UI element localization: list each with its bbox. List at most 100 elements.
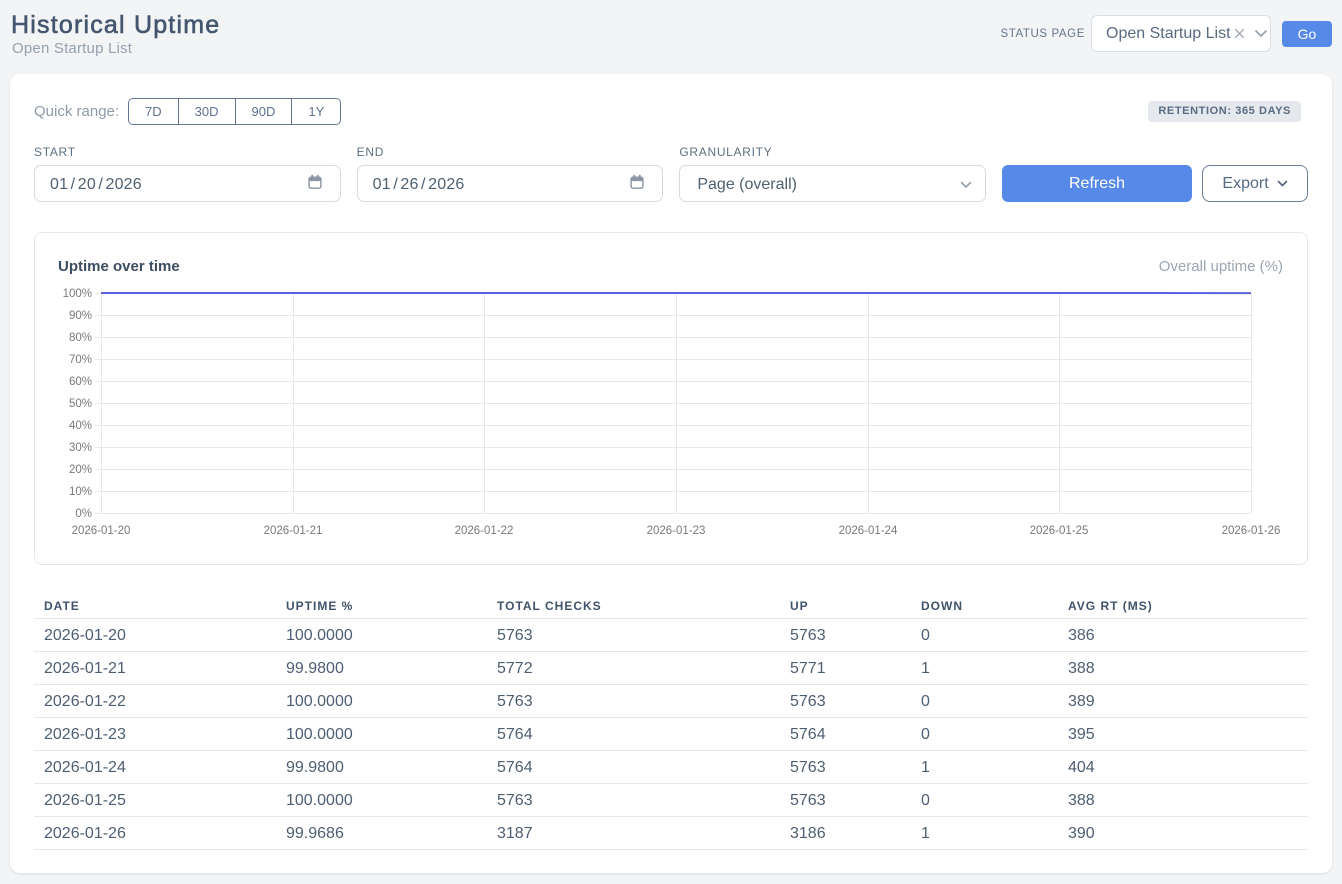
table-row: 2026-01-20100.0000576357630386 — [34, 619, 1308, 652]
table-row: 2026-01-22100.0000576357630389 — [34, 685, 1308, 718]
table-cell: 5764 — [780, 726, 911, 744]
quick-range-1y[interactable]: 1Y — [291, 99, 340, 124]
table-cell: 99.9800 — [276, 660, 487, 678]
x-axis-tick-label: 2026-01-23 — [647, 525, 706, 537]
end-date-input[interactable]: 01 / 26 / 2026 — [357, 165, 664, 202]
table-cell: 99.9800 — [276, 759, 487, 777]
table-cell: 5771 — [780, 660, 911, 678]
table-cell: 390 — [1058, 825, 1308, 843]
table-cell: 100.0000 — [276, 627, 487, 645]
y-axis-tick-label: 20% — [69, 464, 92, 476]
table-cell: 5772 — [487, 660, 780, 678]
calendar-icon[interactable] — [629, 174, 645, 195]
quick-range-group: 7D30D90D1Y — [128, 98, 341, 125]
status-page-select[interactable]: Open Startup List — [1091, 15, 1271, 52]
end-date-label: END — [357, 145, 664, 159]
table-cell: 99.9686 — [276, 825, 487, 843]
table-cell: 2026-01-20 — [34, 627, 276, 645]
main-card: Quick range: 7D30D90D1Y RETENTION: 365 D… — [10, 74, 1332, 873]
table-cell: 386 — [1058, 627, 1308, 645]
table-cell: 395 — [1058, 726, 1308, 744]
table-cell: 0 — [911, 792, 1058, 810]
table-cell: 389 — [1058, 693, 1308, 711]
table-row: 2026-01-2699.9686318731861390 — [34, 817, 1308, 850]
table-cell: 1 — [911, 660, 1058, 678]
go-button[interactable]: Go — [1282, 21, 1332, 47]
quick-range-7d[interactable]: 7D — [129, 99, 178, 124]
clear-selection-icon[interactable] — [1233, 27, 1246, 40]
export-button[interactable]: Export — [1202, 165, 1308, 202]
chevron-down-icon — [1277, 180, 1288, 188]
filter-row: START 01 / 20 / 2026 END 01 / 26 / 2026 … — [34, 145, 1308, 202]
granularity-field: GRANULARITY Page (overall) — [679, 145, 986, 202]
table-cell: 2026-01-24 — [34, 759, 276, 777]
column-header: DATE — [34, 599, 276, 613]
y-axis-tick-label: 0% — [75, 508, 92, 520]
x-axis-tick-label: 2026-01-24 — [839, 525, 898, 537]
table-cell: 100.0000 — [276, 693, 487, 711]
column-header: DOWN — [911, 599, 1058, 613]
table-cell: 100.0000 — [276, 726, 487, 744]
table-cell: 2026-01-23 — [34, 726, 276, 744]
table-cell: 5763 — [487, 693, 780, 711]
quick-range-30d[interactable]: 30D — [178, 99, 235, 124]
table-cell: 100.0000 — [276, 792, 487, 810]
table-header-row: DATEUPTIME %TOTAL CHECKSUPDOWNAVG RT (MS… — [34, 596, 1308, 619]
start-date-field: START 01 / 20 / 2026 — [34, 145, 341, 202]
page-header: Historical Uptime Open Startup List STAT… — [0, 0, 1342, 74]
x-axis-tick-label: 2026-01-25 — [1030, 525, 1089, 537]
start-date-label: START — [34, 145, 341, 159]
column-header: TOTAL CHECKS — [487, 599, 780, 613]
x-axis-tick-label: 2026-01-22 — [455, 525, 514, 537]
y-axis-tick-label: 60% — [69, 376, 92, 388]
y-axis-tick-label: 100% — [63, 288, 92, 300]
table-cell: 1 — [911, 759, 1058, 777]
quick-range-label: Quick range: — [34, 103, 119, 120]
table-row: 2026-01-2499.9800576457631404 — [34, 751, 1308, 784]
export-button-label: Export — [1222, 175, 1268, 193]
uptime-chart-card: Uptime over time Overall uptime (%) 0%10… — [34, 232, 1308, 565]
y-axis-tick-label: 30% — [69, 442, 92, 454]
table-cell: 2026-01-25 — [34, 792, 276, 810]
granularity-value: Page (overall) — [697, 176, 797, 194]
table-cell: 404 — [1058, 759, 1308, 777]
x-axis-tick-label: 2026-01-20 — [72, 525, 131, 537]
granularity-label: GRANULARITY — [679, 145, 986, 159]
y-axis-tick-label: 40% — [69, 420, 92, 432]
retention-badge: RETENTION: 365 DAYS — [1148, 101, 1301, 122]
table-cell: 5763 — [780, 792, 911, 810]
column-header: UPTIME % — [276, 599, 487, 613]
table-cell: 3186 — [780, 825, 911, 843]
start-date-input[interactable]: 01 / 20 / 2026 — [34, 165, 341, 202]
start-date-value: 01 / 20 / 2026 — [50, 176, 142, 194]
y-axis-tick-label: 50% — [69, 398, 92, 410]
column-header: AVG RT (MS) — [1058, 599, 1308, 613]
granularity-select[interactable]: Page (overall) — [679, 165, 986, 202]
table-cell: 1 — [911, 825, 1058, 843]
table-cell: 0 — [911, 693, 1058, 711]
table-cell: 5763 — [780, 693, 911, 711]
table-cell: 388 — [1058, 660, 1308, 678]
status-page-controls: STATUS PAGE Open Startup List Go — [1000, 15, 1332, 52]
y-axis-tick-label: 90% — [69, 310, 92, 322]
calendar-icon[interactable] — [307, 174, 323, 195]
table-cell: 2026-01-21 — [34, 660, 276, 678]
status-page-selected-value: Open Startup List — [1106, 25, 1231, 43]
table-cell: 5764 — [487, 759, 780, 777]
table-cell: 0 — [911, 627, 1058, 645]
quick-range-90d[interactable]: 90D — [235, 99, 292, 124]
y-axis-tick-label: 80% — [69, 332, 92, 344]
uptime-line-chart: 0%10%20%30%40%50%60%70%80%90%100%2026-01… — [35, 233, 1307, 564]
uptime-table: DATEUPTIME %TOTAL CHECKSUPDOWNAVG RT (MS… — [34, 596, 1308, 850]
x-axis-tick-label: 2026-01-21 — [264, 525, 323, 537]
table-cell: 5763 — [487, 627, 780, 645]
chevron-down-icon — [1254, 29, 1268, 38]
end-date-value: 01 / 26 / 2026 — [373, 176, 465, 194]
y-axis-tick-label: 10% — [69, 486, 92, 498]
page-subtitle: Open Startup List — [12, 40, 132, 57]
refresh-button[interactable]: Refresh — [1002, 165, 1192, 202]
table-row: 2026-01-25100.0000576357630388 — [34, 784, 1308, 817]
table-cell: 388 — [1058, 792, 1308, 810]
x-axis-tick-label: 2026-01-26 — [1222, 525, 1281, 537]
table-row: 2026-01-23100.0000576457640395 — [34, 718, 1308, 751]
